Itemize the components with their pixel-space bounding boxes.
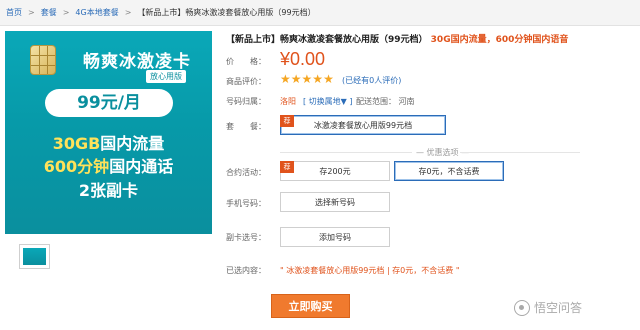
star-icon: ★ <box>280 72 291 86</box>
buy-now-button[interactable]: 立即购买 <box>271 294 350 318</box>
contract-option-label: 存0元，不含话费 <box>418 166 480 176</box>
switch-location-link[interactable]: [ 切换属地▼ ] <box>303 96 352 107</box>
recommend-tag: 荐 <box>280 161 294 173</box>
price-label: 价 格： <box>226 57 266 66</box>
watermark-text: 悟空问答 <box>534 301 583 315</box>
product-thumbnail[interactable] <box>19 244 50 269</box>
phone-number-label: 手机号码： <box>226 199 266 208</box>
contract-label: 合约活动： <box>226 168 266 177</box>
product-image-subcard-line: 2张副卡 <box>78 181 139 200</box>
rating-count-link[interactable]: (已经有0人评价) <box>342 75 401 86</box>
product-title-main: 【新品上市】畅爽冰激凌套餐放心用版（99元档） <box>226 35 428 45</box>
data-label: 国内流量 <box>100 134 165 153</box>
select-number-button[interactable]: 选择新号码 <box>280 192 390 212</box>
plan-label: 套 餐： <box>226 122 266 131</box>
product-title: 【新品上市】畅爽冰激凌套餐放心用版（99元档） 30G国内流量，600分钟国内语… <box>226 32 568 45</box>
contract-option-deposit-200[interactable]: 荐 存200元 <box>280 161 390 181</box>
product-image-price: 99元/月 <box>45 89 173 117</box>
subcard-label: 副卡选号： <box>226 233 266 242</box>
breadcrumb-separator: > <box>124 8 132 17</box>
breadcrumb-separator: > <box>62 8 70 17</box>
breadcrumb-plans-link[interactable]: 套餐 <box>41 7 57 18</box>
breadcrumb-home-link[interactable]: 首页 <box>6 7 22 18</box>
product-image-voice-line: 600分钟国内通话 <box>5 153 212 177</box>
divider <box>280 152 412 153</box>
star-icon: ★ <box>312 72 324 86</box>
product-image-title: 畅爽冰激凌卡 <box>83 52 191 72</box>
sim-chip-icon <box>30 45 56 75</box>
price-value: ¥0.00 <box>280 49 326 69</box>
star-icon: ★ <box>323 72 334 86</box>
divider <box>460 152 580 153</box>
voice-label: 国内通话 <box>109 157 174 176</box>
wukong-logo-icon <box>514 299 530 316</box>
product-image: 畅爽冰激凌卡 放心用版 99元/月 30GB国内流量 600分钟国内通话 2张副… <box>5 31 212 234</box>
breadcrumb-current: 【新品上市】畅爽冰激凌套餐放心用版（99元档） <box>137 8 316 17</box>
contract-option-label: 存200元 <box>319 166 351 176</box>
star-icon: ★ <box>290 72 302 86</box>
add-number-button[interactable]: 添加号码 <box>280 227 390 247</box>
recommend-tag: 荐 <box>280 115 294 127</box>
location-city: 洛阳 <box>280 97 296 106</box>
selected-label: 已选内容： <box>226 266 266 275</box>
breadcrumb: 首页 > 套餐 > 4G本地套餐 > 【新品上市】畅爽冰激凌套餐放心用版（99元… <box>0 0 640 26</box>
product-image-data-line: 30GB国内流量 <box>5 130 212 154</box>
contract-option-deposit-0[interactable]: 存0元，不含话费 <box>394 161 504 181</box>
location-label: 号码归属： <box>226 97 266 106</box>
breadcrumb-4g-local-link[interactable]: 4G本地套餐 <box>75 7 118 18</box>
delivery-range: 配送范围： 河南 <box>356 97 415 106</box>
star-icon: ★ <box>301 72 313 86</box>
breadcrumb-separator: > <box>28 8 35 17</box>
product-title-highlight: 30G国内流量，600分钟国内语音 <box>430 35 569 45</box>
watermark: 悟空问答 <box>514 299 582 316</box>
selected-content: " 冰激凌套餐放心用版99元档 | 存0元，不含话费 " <box>280 266 460 275</box>
voice-amount: 600分钟 <box>43 157 110 176</box>
plan-option-label: 冰激凌套餐放心用版99元档 <box>313 120 413 130</box>
product-image-badge: 放心用版 <box>146 70 186 83</box>
data-amount: 30GB <box>52 134 101 153</box>
rating-label: 商品评价： <box>226 77 266 86</box>
rating-stars: ★★★★★ <box>280 72 334 86</box>
plan-option[interactable]: 荐 冰激凌套餐放心用版99元档 <box>280 115 446 135</box>
